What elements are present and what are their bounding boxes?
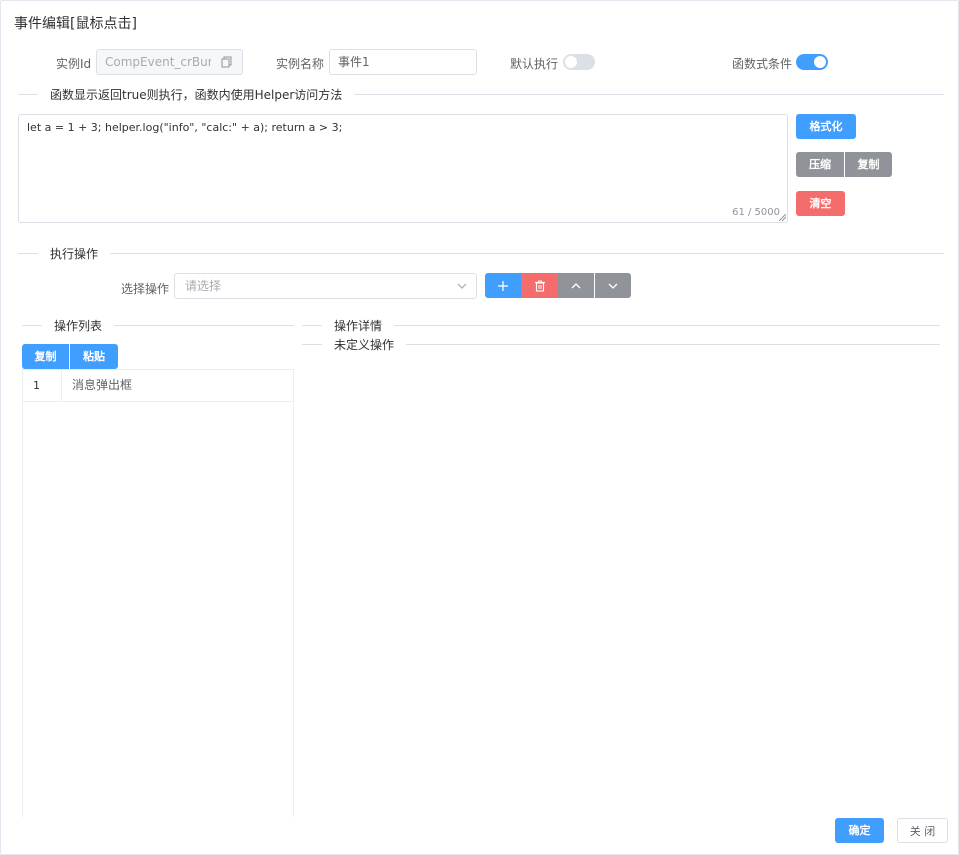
copy-code-button[interactable]: 复制: [845, 152, 892, 177]
instance-name-label: 实例名称: [276, 57, 325, 71]
close-button[interactable]: 关 闭: [897, 818, 948, 843]
function-code-text: let a = 1 + 3; helper.log("info", "calc:…: [27, 121, 343, 134]
format-button[interactable]: 格式化: [796, 114, 856, 139]
copy-id-button[interactable]: [211, 49, 243, 75]
default-exec-label: 默认执行: [510, 57, 559, 71]
list-item-index: 1: [23, 370, 62, 401]
op-detail-divider: [302, 325, 940, 326]
op-copy-button[interactable]: 复制: [22, 344, 69, 369]
chevron-up-icon: [571, 282, 581, 288]
instance-id-label: 实例Id: [56, 57, 92, 71]
op-detail-subtitle: 未定义操作: [322, 338, 407, 352]
add-op-button[interactable]: [485, 273, 521, 298]
op-list-panel: 1 消息弹出框: [22, 369, 294, 817]
function-code-editor[interactable]: let a = 1 + 3; helper.log("info", "calc:…: [18, 114, 788, 223]
op-select[interactable]: 请选择: [174, 273, 477, 299]
list-item-name: 消息弹出框: [72, 378, 133, 392]
function-section-title: 函数显示返回true则执行，函数内使用Helper访问方法: [38, 88, 355, 102]
compress-button[interactable]: 压缩: [796, 152, 844, 177]
op-paste-button[interactable]: 粘贴: [70, 344, 118, 369]
plus-icon: [498, 280, 508, 291]
move-up-button[interactable]: [558, 273, 594, 298]
delete-op-button[interactable]: [521, 273, 558, 298]
event-edit-dialog: 事件编辑[鼠标点击] 实例Id CompEvent_crBur4 实例名称 事件…: [0, 0, 959, 855]
list-item[interactable]: 1 消息弹出框: [23, 370, 293, 402]
exec-divider: [18, 253, 944, 254]
func-cond-label: 函数式条件: [732, 57, 793, 71]
op-detail-title: 操作详情: [322, 319, 395, 333]
func-cond-switch[interactable]: [796, 54, 828, 70]
select-op-label: 选择操作: [121, 282, 170, 296]
op-select-placeholder: 请选择: [185, 279, 222, 293]
instance-id-field: CompEvent_crBur4: [96, 49, 212, 75]
default-exec-switch[interactable]: [563, 54, 595, 70]
instance-name-input[interactable]: 事件1: [329, 49, 477, 75]
copy-icon: [221, 56, 232, 68]
chevron-down-icon: [608, 283, 618, 289]
char-count: 61 / 5000: [732, 207, 780, 218]
resize-handle-icon[interactable]: [779, 214, 786, 221]
exec-section-title: 执行操作: [38, 247, 111, 261]
move-down-button[interactable]: [595, 273, 631, 298]
trash-icon: [534, 280, 545, 291]
chevron-down-icon: [457, 283, 467, 289]
op-list-title: 操作列表: [42, 319, 115, 333]
dialog-title: 事件编辑[鼠标点击]: [14, 16, 137, 32]
confirm-button[interactable]: 确定: [835, 818, 884, 843]
clear-button[interactable]: 清空: [796, 191, 845, 216]
